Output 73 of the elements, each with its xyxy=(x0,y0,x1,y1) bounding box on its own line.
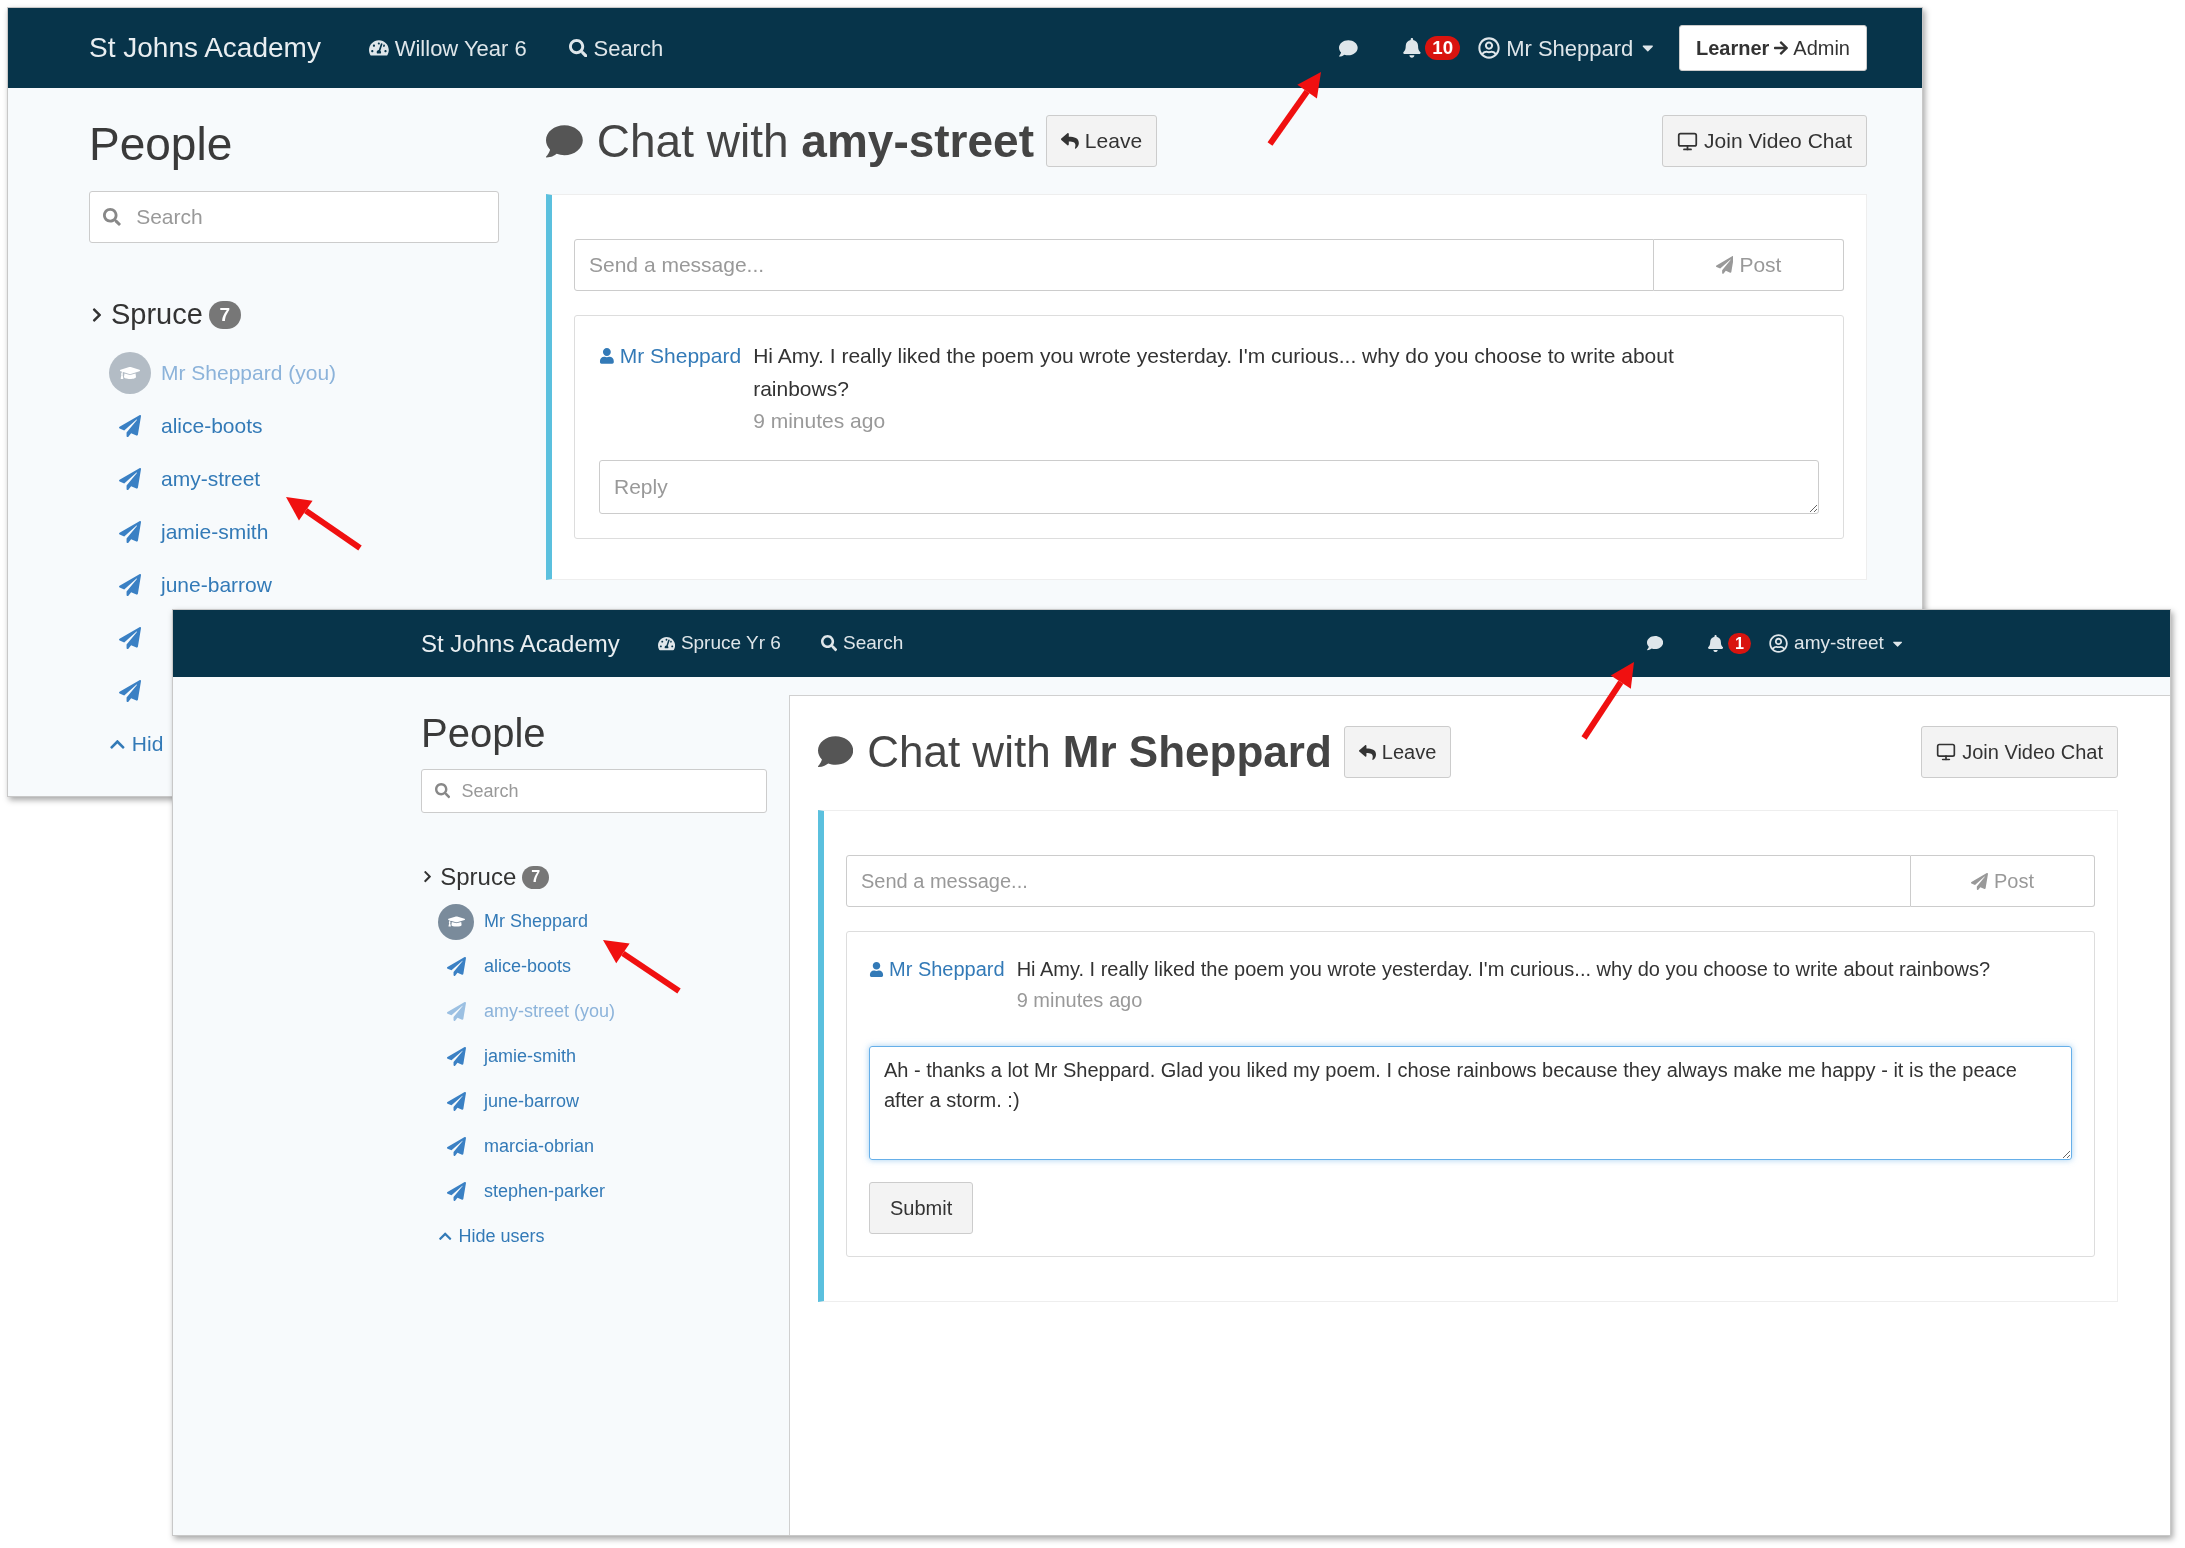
monitor-icon xyxy=(1936,742,1957,762)
chat-title: Chat with amy-street xyxy=(596,113,1034,169)
notification-count: 10 xyxy=(1425,35,1461,61)
chat-title: Chat with Mr Sheppard xyxy=(867,726,1332,778)
reply-field[interactable]: Reply xyxy=(599,459,1819,514)
chat-bubble-icon[interactable] xyxy=(1338,38,1358,58)
user-menu[interactable]: amy-street xyxy=(1769,629,1905,658)
submit-button[interactable]: Submit xyxy=(869,1182,974,1234)
group-name[interactable]: Spruce xyxy=(440,859,517,895)
bell-icon[interactable] xyxy=(1401,38,1422,58)
arrow-right-icon xyxy=(1773,40,1790,56)
join-video-chat-button[interactable]: Join Video Chat xyxy=(1662,115,1867,167)
join-video-chat-button[interactable]: Join Video Chat xyxy=(1921,726,2118,778)
search-field[interactable]: Search xyxy=(89,191,499,243)
person-icon xyxy=(869,962,884,977)
brand-link[interactable]: St Johns Academy xyxy=(421,625,620,662)
person-icon xyxy=(599,348,615,365)
people-heading: People xyxy=(421,710,547,757)
message-text: Hi Amy. I really liked the poem you wrote yesterday. I'm curious... why do you choose to write about rainbows? xyxy=(753,343,1675,402)
user-link[interactable]: alice-boots xyxy=(484,953,572,980)
search-link[interactable]: Search xyxy=(568,31,664,65)
message-text: Hi Amy. I really liked the poem you wrote yesterday. I'm curious... why do you choose to write about rainbows? xyxy=(1016,957,1992,982)
user-icon xyxy=(1478,37,1501,59)
leave-button[interactable]: Leave xyxy=(1046,115,1158,167)
message-field[interactable]: Send a message... xyxy=(846,855,1911,907)
paper-plane-icon xyxy=(1715,256,1734,274)
user-link[interactable]: Mr Sheppard xyxy=(484,908,589,935)
reply-arrow-icon xyxy=(1358,743,1376,761)
hide-users-link[interactable]: Hid xyxy=(89,717,164,771)
brand-link[interactable]: St Johns Academy xyxy=(89,27,321,69)
search-field[interactable]: Search xyxy=(421,769,767,813)
message-time: 9 minutes ago xyxy=(1016,988,1143,1013)
chat-bubble-icon[interactable] xyxy=(1646,635,1663,652)
search-link[interactable]: Search xyxy=(820,629,904,658)
message-time: 9 minutes ago xyxy=(753,408,886,435)
leave-button[interactable]: Leave xyxy=(1343,726,1452,778)
bell-icon[interactable] xyxy=(1707,634,1725,653)
post-button[interactable]: Post xyxy=(1911,855,2095,907)
group-count: 7 xyxy=(522,865,550,889)
search-icon xyxy=(820,635,837,652)
author-link[interactable]: Mr Sheppard xyxy=(599,340,742,373)
monitor-icon xyxy=(1677,130,1699,152)
user-menu[interactable]: Mr Sheppard xyxy=(1478,31,1657,65)
group-count: 7 xyxy=(208,300,241,329)
user-link[interactable]: alice-boots xyxy=(161,410,263,442)
author-link[interactable]: Mr Sheppard xyxy=(869,954,1005,985)
dashboard-icon xyxy=(368,38,389,58)
dashboard-icon xyxy=(657,634,675,653)
user-link[interactable]: june-barrow xyxy=(484,1088,580,1115)
user-link[interactable]: jamie-smith xyxy=(161,516,269,548)
search-icon xyxy=(103,208,121,226)
group-name[interactable]: Spruce xyxy=(110,293,203,337)
user-icon xyxy=(1769,634,1789,653)
user-link[interactable]: amy-street xyxy=(161,463,261,495)
user-link[interactable]: stephen-parker xyxy=(484,1178,606,1205)
search-icon xyxy=(568,38,588,58)
post-button[interactable]: Post xyxy=(1654,239,1844,291)
user-link[interactable]: june-barrow xyxy=(161,569,272,601)
reply-field[interactable]: Ah - thanks a lot Mr Sheppard. Glad you liked my poem. I chose rainbows because they always make me happy - it is the peace after a storm. :) xyxy=(869,1046,2072,1160)
search-icon xyxy=(435,783,451,799)
reply-arrow-icon xyxy=(1061,132,1079,150)
notification-count: 1 xyxy=(1728,633,1752,654)
user-link[interactable]: marcia-obrian xyxy=(484,1133,595,1160)
paper-plane-icon xyxy=(1971,872,1988,890)
hide-users-link[interactable]: Hide users xyxy=(421,1214,545,1259)
speech-bubble-icon xyxy=(818,734,854,770)
switch-role-button[interactable]: Learner Admin xyxy=(1678,25,1867,71)
message-field[interactable]: Send a message... xyxy=(574,239,1654,291)
user-link[interactable]: jamie-smith xyxy=(484,1043,576,1070)
class-link[interactable]: Willow Year 6 xyxy=(368,31,527,65)
class-link[interactable]: Spruce Yr 6 xyxy=(657,629,781,658)
speech-bubble-icon xyxy=(546,122,583,160)
people-heading: People xyxy=(89,117,234,172)
